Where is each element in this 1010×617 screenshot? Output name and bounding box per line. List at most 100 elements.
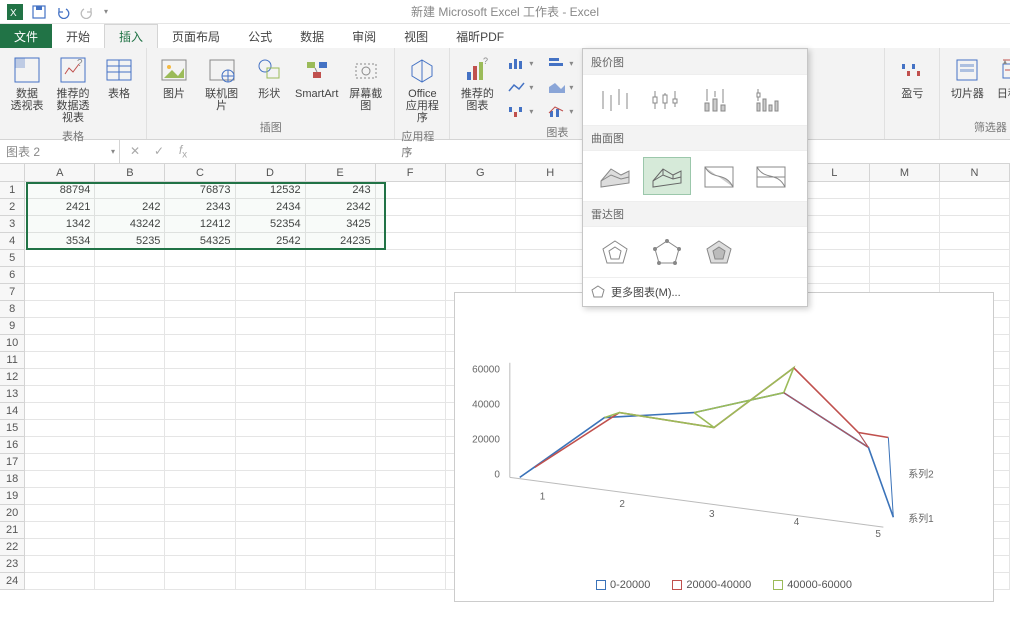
- cell[interactable]: [446, 199, 516, 216]
- cell[interactable]: [376, 199, 446, 216]
- cell[interactable]: [25, 488, 95, 505]
- cell[interactable]: [376, 471, 446, 488]
- cell[interactable]: [165, 556, 235, 573]
- row-header[interactable]: 20: [0, 505, 25, 522]
- row-header[interactable]: 5: [0, 250, 25, 267]
- cell[interactable]: [165, 352, 235, 369]
- online-pictures-button[interactable]: 联机图片: [199, 52, 244, 114]
- cell[interactable]: 52354: [236, 216, 306, 233]
- cell[interactable]: [95, 522, 165, 539]
- cell[interactable]: [376, 233, 446, 250]
- cell[interactable]: [446, 216, 516, 233]
- cell[interactable]: [236, 369, 306, 386]
- cell[interactable]: [165, 488, 235, 505]
- column-chart-icon[interactable]: ▾: [502, 52, 538, 74]
- cell[interactable]: [800, 250, 870, 267]
- table-button[interactable]: 表格: [98, 52, 140, 102]
- worksheet-grid[interactable]: A B C D E F G H L M N 188794768731253224…: [0, 164, 1010, 617]
- cell[interactable]: [376, 335, 446, 352]
- col-header[interactable]: C: [165, 164, 235, 181]
- cell[interactable]: [940, 267, 1010, 284]
- tab-home[interactable]: 开始: [52, 24, 104, 48]
- cell[interactable]: [800, 267, 870, 284]
- cell[interactable]: [165, 403, 235, 420]
- cell[interactable]: [95, 182, 165, 199]
- tab-data[interactable]: 数据: [286, 24, 338, 48]
- row-header[interactable]: 1: [0, 182, 25, 199]
- row-header[interactable]: 17: [0, 454, 25, 471]
- col-header[interactable]: G: [446, 164, 516, 181]
- row-header[interactable]: 18: [0, 471, 25, 488]
- cell[interactable]: [446, 250, 516, 267]
- cell[interactable]: [165, 386, 235, 403]
- cell[interactable]: [800, 233, 870, 250]
- smartart-button[interactable]: SmartArt: [294, 52, 339, 102]
- col-header[interactable]: N: [940, 164, 1010, 181]
- cell[interactable]: [306, 284, 376, 301]
- cell[interactable]: [95, 386, 165, 403]
- cell[interactable]: [25, 267, 95, 284]
- cell[interactable]: [306, 420, 376, 437]
- cell[interactable]: [870, 199, 940, 216]
- cell[interactable]: [376, 369, 446, 386]
- cell[interactable]: [25, 369, 95, 386]
- stock-hlc-icon[interactable]: [591, 81, 639, 119]
- cell[interactable]: 43242: [95, 216, 165, 233]
- pivot-table-button[interactable]: 数据 透视表: [6, 52, 48, 114]
- cell[interactable]: [236, 284, 306, 301]
- cell[interactable]: [940, 199, 1010, 216]
- row-header[interactable]: 4: [0, 233, 25, 250]
- tab-review[interactable]: 审阅: [338, 24, 390, 48]
- tab-file[interactable]: 文件: [0, 24, 52, 48]
- cell[interactable]: [306, 250, 376, 267]
- cell[interactable]: [95, 437, 165, 454]
- cell[interactable]: [306, 556, 376, 573]
- cell[interactable]: [800, 182, 870, 199]
- cell[interactable]: [25, 335, 95, 352]
- cell[interactable]: [306, 301, 376, 318]
- cell[interactable]: [236, 488, 306, 505]
- row-header[interactable]: 13: [0, 386, 25, 403]
- cell[interactable]: [446, 233, 516, 250]
- row-header[interactable]: 7: [0, 284, 25, 301]
- cell[interactable]: [165, 471, 235, 488]
- name-box[interactable]: 图表 2▾: [0, 140, 120, 163]
- cell[interactable]: [236, 556, 306, 573]
- cell[interactable]: [870, 250, 940, 267]
- cell[interactable]: [376, 267, 446, 284]
- cell[interactable]: [236, 454, 306, 471]
- cell[interactable]: 2343: [165, 199, 235, 216]
- surface-wireframe-contour-icon[interactable]: [747, 157, 795, 195]
- cell[interactable]: [236, 301, 306, 318]
- cell[interactable]: [236, 573, 306, 590]
- cell[interactable]: [165, 369, 235, 386]
- cell[interactable]: [25, 437, 95, 454]
- col-header[interactable]: B: [95, 164, 165, 181]
- cell[interactable]: [306, 454, 376, 471]
- cell[interactable]: [940, 182, 1010, 199]
- cell[interactable]: [376, 301, 446, 318]
- slicer-button[interactable]: 切片器: [946, 52, 988, 102]
- cell[interactable]: [306, 352, 376, 369]
- cell[interactable]: [870, 233, 940, 250]
- cell[interactable]: 2421: [25, 199, 95, 216]
- cell[interactable]: [446, 267, 516, 284]
- cell[interactable]: [165, 454, 235, 471]
- cell[interactable]: [25, 573, 95, 590]
- cell[interactable]: [306, 471, 376, 488]
- radar-filled-icon[interactable]: [695, 233, 743, 271]
- cell[interactable]: [165, 573, 235, 590]
- cell[interactable]: [25, 403, 95, 420]
- cell[interactable]: [95, 539, 165, 556]
- winloss-chart-icon[interactable]: ▾: [502, 100, 538, 122]
- cell[interactable]: [25, 556, 95, 573]
- cell[interactable]: [165, 335, 235, 352]
- cell[interactable]: [165, 522, 235, 539]
- cell[interactable]: [25, 522, 95, 539]
- cell[interactable]: [25, 250, 95, 267]
- cell[interactable]: [870, 267, 940, 284]
- row-header[interactable]: 16: [0, 437, 25, 454]
- cell[interactable]: [376, 386, 446, 403]
- tab-foxit[interactable]: 福昕PDF: [442, 24, 518, 48]
- cell[interactable]: 76873: [165, 182, 235, 199]
